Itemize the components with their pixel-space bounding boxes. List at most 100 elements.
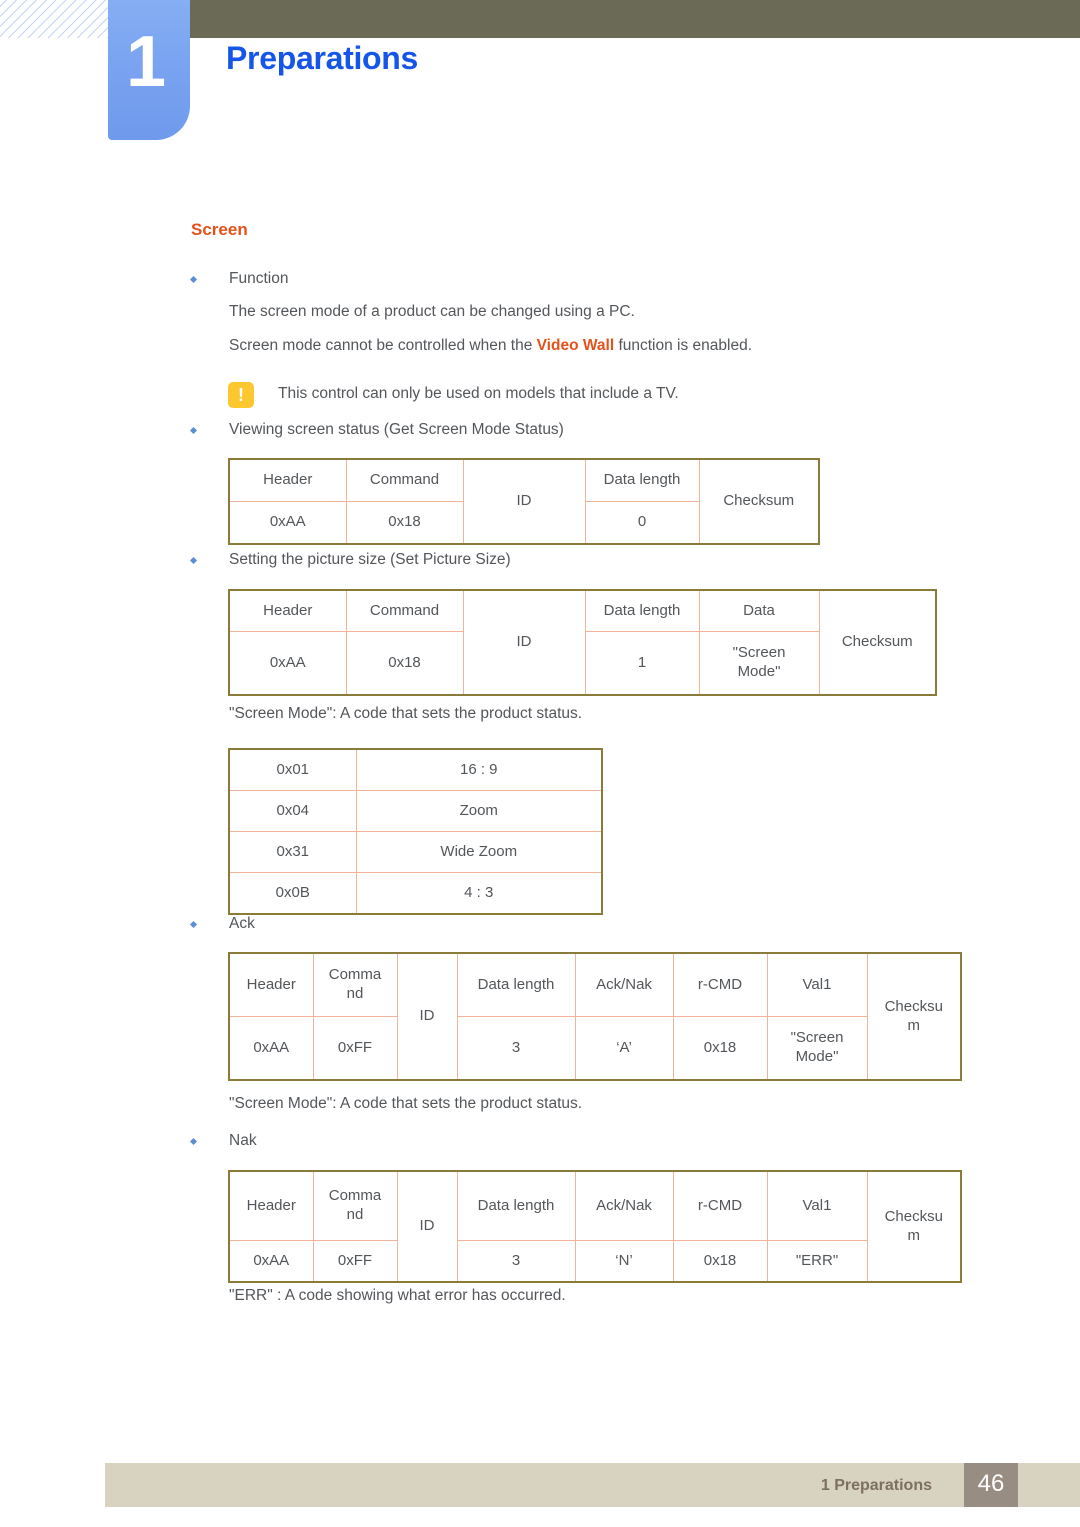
bullet-diamond-icon: [189, 920, 198, 929]
bullet-diamond-icon: [189, 556, 198, 565]
cell-header-data: Data: [698, 589, 820, 632]
cell-header-checksum: Checksu m: [866, 1170, 962, 1283]
cell-header-data-length: Data length: [456, 1170, 576, 1241]
cell-header-ack-nak: Ack/Nak: [574, 1170, 674, 1241]
cell-header-data-length: Data length: [584, 589, 700, 632]
cell-value-command: 0x18: [345, 631, 464, 696]
table-row: 0x01 16 : 9: [228, 748, 603, 791]
cell-value-r-cmd: 0x18: [672, 1016, 768, 1081]
cell-header-r-cmd: r-CMD: [672, 1170, 768, 1241]
paragraph-err-code: "ERR" : A code showing what error has oc…: [229, 1287, 566, 1304]
cell-header-checksum: Checksu m: [866, 952, 962, 1081]
cell-value-command: 0xFF: [312, 1016, 398, 1081]
footer-chapter-label: 1 Preparations: [820, 1477, 932, 1494]
cell-code: 0x04: [228, 790, 357, 832]
cell-header-val1: Val1: [766, 1170, 868, 1241]
table-row: Header Command ID Data length Data Check…: [228, 589, 937, 696]
cell-value-command: 0xFF: [312, 1240, 398, 1283]
decorative-hatch-pattern: [0, 0, 108, 38]
cell-value-command: 0x18: [345, 501, 464, 545]
cell-value-r-cmd: 0x18: [672, 1240, 768, 1283]
chapter-number: 1: [125, 22, 167, 102]
cell-value-data-length: 0: [584, 501, 700, 545]
table-row: Header Comma nd ID Data length Ack/Nak r…: [228, 952, 962, 1081]
table-screen-mode-codes: 0x01 16 : 9 0x04 Zoom 0x31 Wide Zoom 0x0…: [228, 748, 603, 915]
paragraph-screen-mode-pc: The screen mode of a product can be chan…: [229, 303, 635, 320]
page-number: 46: [977, 1470, 1005, 1497]
footer-band: [105, 1463, 1080, 1507]
bullet-diamond-icon: [189, 1137, 198, 1146]
table-row: Header Command ID Data length Checksum: [228, 458, 820, 545]
table-nak: Header Comma nd ID Data length Ack/Nak r…: [228, 1170, 962, 1283]
section-heading: Screen: [191, 220, 248, 239]
cell-code: 0x0B: [228, 872, 357, 915]
cell-code: 0x01: [228, 748, 357, 791]
cell-header-id: ID: [462, 589, 586, 696]
cell-value-header: 0xAA: [228, 501, 347, 545]
cell-mode: 4 : 3: [355, 872, 603, 915]
note-text: This control can only be used on models …: [278, 385, 679, 402]
table-row: 0x31 Wide Zoom: [228, 831, 603, 873]
table-set-picture-size: Header Command ID Data length Data Check…: [228, 589, 937, 696]
bullet-label: Nak: [229, 1132, 257, 1149]
cell-mode: Wide Zoom: [355, 831, 603, 873]
warning-glyph: !: [238, 385, 244, 405]
warning-exclamation-icon: !: [228, 382, 254, 408]
paragraph-screen-mode-code-2: "Screen Mode": A code that sets the prod…: [229, 1095, 583, 1112]
table-row: 0x04 Zoom: [228, 790, 603, 832]
cell-header-id: ID: [462, 458, 586, 545]
cell-value-data-length: 1: [584, 631, 700, 696]
video-wall-highlight: Video Wall: [536, 337, 615, 354]
chapter-number-tab: 1: [108, 0, 190, 140]
table-row: 0x0B 4 : 3: [228, 872, 603, 915]
cell-value-data-length: 3: [456, 1016, 576, 1081]
cell-header-header: Header: [228, 1170, 314, 1241]
video-wall-text-pre: Screen mode cannot be controlled when th…: [229, 337, 537, 354]
cell-value-ack-nak: ‘A’: [574, 1016, 674, 1081]
cell-value-data: "Screen Mode": [698, 631, 820, 696]
paragraph-screen-mode-code-1: "Screen Mode": A code that sets the prod…: [229, 705, 583, 722]
bullet-diamond-icon: [189, 426, 198, 435]
cell-header-checksum: Checksum: [698, 458, 820, 545]
cell-value-header: 0xAA: [228, 1240, 314, 1283]
cell-header-id: ID: [396, 952, 458, 1081]
cell-value-header: 0xAA: [228, 631, 347, 696]
cell-mode: 16 : 9: [355, 748, 603, 791]
bullet-label: Ack: [229, 915, 255, 932]
cell-header-data-length: Data length: [584, 458, 700, 502]
table-get-screen-mode-status: Header Command ID Data length Checksum 0…: [228, 458, 820, 545]
cell-header-header: Header: [228, 952, 314, 1017]
cell-value-ack-nak: ‘N’: [574, 1240, 674, 1283]
cell-value-val1: "Screen Mode": [766, 1016, 868, 1081]
cell-header-command: Comma nd: [312, 952, 398, 1017]
cell-mode: Zoom: [355, 790, 603, 832]
bullet-label: Viewing screen status (Get Screen Mode S…: [229, 421, 564, 438]
header-olive-bar: [190, 0, 1080, 38]
cell-value-val1: "ERR": [766, 1240, 868, 1283]
bullet-label: Function: [229, 270, 289, 287]
footer-page-box: 46: [964, 1463, 1018, 1507]
cell-header-header: Header: [228, 458, 347, 502]
cell-header-data-length: Data length: [456, 952, 576, 1017]
cell-header-checksum: Checksum: [818, 589, 937, 696]
cell-header-val1: Val1: [766, 952, 868, 1017]
cell-value-header: 0xAA: [228, 1016, 314, 1081]
cell-header-ack-nak: Ack/Nak: [574, 952, 674, 1017]
cell-header-command: Comma nd: [312, 1170, 398, 1241]
table-row: 0xAA 0xFF 3 ‘A’ 0x18 "Screen Mode": [228, 1016, 961, 1081]
paragraph-video-wall: Screen mode cannot be controlled when th…: [229, 337, 752, 355]
cell-code: 0x31: [228, 831, 357, 873]
bullet-diamond-icon: [189, 275, 198, 284]
cell-value-data-length: 3: [456, 1240, 576, 1283]
table-row: Header Comma nd ID Data length Ack/Nak r…: [228, 1170, 962, 1283]
table-ack: Header Comma nd ID Data length Ack/Nak r…: [228, 952, 962, 1081]
cell-header-header: Header: [228, 589, 347, 632]
bullet-label: Setting the picture size (Set Picture Si…: [229, 551, 511, 568]
cell-header-command: Command: [345, 458, 464, 502]
video-wall-text-post: function is enabled.: [614, 337, 753, 354]
cell-header-r-cmd: r-CMD: [672, 952, 768, 1017]
cell-header-command: Command: [345, 589, 464, 632]
page-title: Preparations: [226, 40, 419, 76]
cell-header-id: ID: [396, 1170, 458, 1283]
table-row: 0xAA 0xFF 3 ‘N’ 0x18 "ERR": [228, 1240, 961, 1283]
